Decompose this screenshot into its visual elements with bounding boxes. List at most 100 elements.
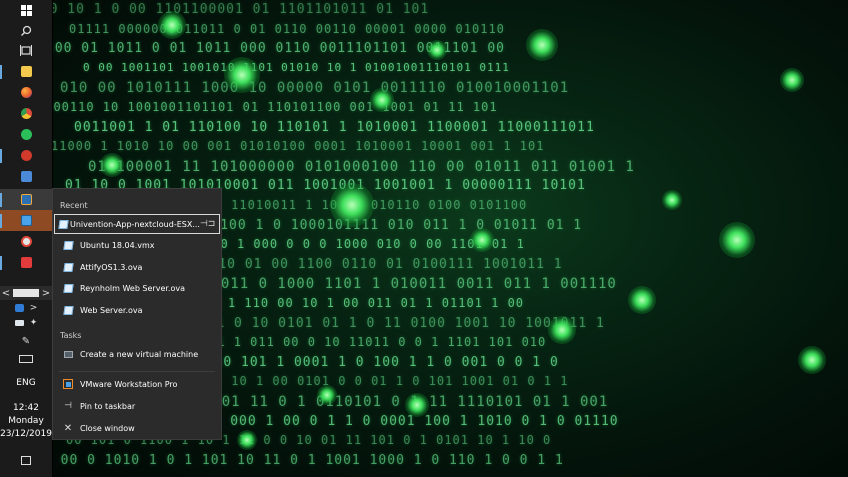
running-indicator xyxy=(0,149,2,163)
light-glow xyxy=(427,40,447,60)
app-label: VMware Workstation Pro xyxy=(80,379,178,389)
app-launch-item[interactable]: VMware Workstation Pro xyxy=(54,374,220,394)
chevron-right-icon[interactable]: > xyxy=(30,303,38,313)
recent-item-label: Ubuntu 18.04.vmx xyxy=(80,241,155,250)
start-button[interactable] xyxy=(0,0,52,21)
taskbar-app-anydesk[interactable] xyxy=(0,252,52,273)
recent-item-label: AttifyOS1.3.ova xyxy=(80,262,143,272)
light-glow xyxy=(224,57,260,93)
light-glow xyxy=(628,286,656,314)
pin-to-taskbar-item[interactable]: ⊣ Pin to taskbar xyxy=(54,396,220,416)
firefox-icon xyxy=(20,87,32,98)
light-glow xyxy=(100,153,124,177)
red-app-icon xyxy=(20,150,32,161)
chevron-right-icon[interactable]: > xyxy=(40,288,52,299)
light-glow xyxy=(330,183,374,227)
recent-item-label: Univention-App-nextcloud-ESX... xyxy=(70,219,200,229)
binary-text-row: 0 00 1001101 1001010 1101 01010 10 1 010… xyxy=(83,60,510,74)
task-create-vm[interactable]: Create a new virtual machine xyxy=(54,344,220,364)
vm-file-icon xyxy=(58,241,78,250)
taskbar-app-virtualbox[interactable] xyxy=(0,189,52,210)
twitch-icon xyxy=(20,171,32,182)
recent-item-label: Reynholm Web Server.ova xyxy=(80,284,186,293)
taskbar: < > > ✦ ✎ ENG 12:42 Monday 23/12/2019 xyxy=(0,0,53,477)
vm-file-icon xyxy=(58,305,78,315)
recent-item[interactable]: Ubuntu 18.04.vmx xyxy=(54,236,220,256)
taskbar-app-file-explorer[interactable] xyxy=(0,61,52,82)
pen-icon[interactable]: ✎ xyxy=(22,336,30,347)
recent-item[interactable]: Univention-App-nextcloud-ESX... ⊣⊐ xyxy=(54,214,220,234)
light-glow xyxy=(317,385,337,405)
windows-start-icon xyxy=(20,5,32,16)
search-button[interactable] xyxy=(0,20,52,41)
chevron-left-icon[interactable]: < xyxy=(0,288,12,299)
tray-row-1: > xyxy=(0,302,52,314)
taskbar-app-red[interactable] xyxy=(0,145,52,166)
taskbar-app-media[interactable] xyxy=(0,231,52,252)
virtualbox-icon xyxy=(20,194,32,205)
taskbar-app-green[interactable] xyxy=(0,124,52,145)
light-glow xyxy=(798,346,826,374)
taskbar-app-firefox[interactable] xyxy=(0,82,52,103)
pin-icon[interactable]: ⊣⊐ xyxy=(200,219,215,229)
vm-file-icon xyxy=(58,219,69,229)
jump-list-divider xyxy=(59,371,215,372)
vmware-icon xyxy=(20,215,32,226)
media-icon xyxy=(20,236,32,247)
clock-time[interactable]: 12:42 xyxy=(0,403,52,413)
close-window-item[interactable]: ✕ Close window xyxy=(54,418,220,438)
dropbox-icon[interactable]: ✦ xyxy=(30,318,38,328)
chrome-icon xyxy=(19,107,33,120)
tray-scrollbar[interactable] xyxy=(13,289,39,297)
recent-item[interactable]: AttifyOS1.3.ova xyxy=(54,257,220,277)
tray-row-2: ✦ xyxy=(0,317,52,329)
close-label: Close window xyxy=(80,423,135,433)
recent-item[interactable]: Web Server.ova xyxy=(54,300,220,320)
notification-icon xyxy=(21,456,31,465)
binary-text-row: 0011001 1 01 110100 10 110101 1 1010001 … xyxy=(74,119,595,135)
new-vm-icon xyxy=(58,350,78,358)
running-indicator xyxy=(0,193,2,207)
taskbar-app-twitch[interactable] xyxy=(0,166,52,187)
vmware-workstation-icon xyxy=(58,379,78,389)
task-view-button[interactable] xyxy=(0,40,52,61)
light-glow xyxy=(470,228,494,252)
anydesk-icon xyxy=(20,257,32,268)
tray-scroller[interactable]: < > xyxy=(0,286,52,300)
language-indicator[interactable]: ENG xyxy=(0,378,52,388)
close-icon: ✕ xyxy=(63,422,73,434)
recent-item[interactable]: Reynholm Web Server.ova xyxy=(54,279,220,299)
light-glow xyxy=(719,222,755,258)
running-indicator xyxy=(0,256,2,270)
taskbar-app-vmware[interactable] xyxy=(0,210,52,231)
recent-header: Recent xyxy=(60,201,88,210)
clock-date[interactable]: 23/12/2019 xyxy=(0,429,52,439)
green-app-icon xyxy=(20,129,32,140)
action-center-button[interactable] xyxy=(0,450,52,471)
binary-text-row: 010 00 1010111 1000 10 00000 0101 001111… xyxy=(60,80,570,97)
running-indicator xyxy=(0,65,2,79)
clock-day[interactable]: Monday xyxy=(0,416,52,426)
taskbar-app-chrome[interactable] xyxy=(0,103,52,124)
zoom-icon[interactable] xyxy=(14,304,24,312)
light-glow xyxy=(370,88,394,112)
light-glow xyxy=(405,393,429,417)
task-label: Create a new virtual machine xyxy=(80,349,199,359)
running-indicator xyxy=(0,214,2,228)
recent-item-label: Web Server.ova xyxy=(80,305,143,315)
light-glow xyxy=(548,316,576,344)
binary-text-row: 0000110 10 1001001101101 01 110101100 00… xyxy=(52,100,498,114)
light-glow xyxy=(662,190,682,210)
laptop-icon[interactable] xyxy=(14,320,24,326)
jump-list: Recent Univention-App-nextcloud-ESX... ⊣⊐… xyxy=(52,188,222,440)
light-glow xyxy=(780,68,804,92)
file-explorer-icon xyxy=(20,66,32,77)
tray-row-4 xyxy=(0,353,52,365)
binary-text-row: 110 10 1 0 00 1101100001 01 1101101011 0… xyxy=(52,2,430,17)
tasks-header: Tasks xyxy=(60,331,82,340)
vm-file-icon xyxy=(58,262,78,272)
vm-file-icon xyxy=(58,284,78,293)
keyboard-icon[interactable] xyxy=(19,355,33,363)
binary-text-row: 01111 0000000011011 0 01 0110 00110 0000… xyxy=(69,21,505,36)
task-view-icon xyxy=(20,45,32,56)
